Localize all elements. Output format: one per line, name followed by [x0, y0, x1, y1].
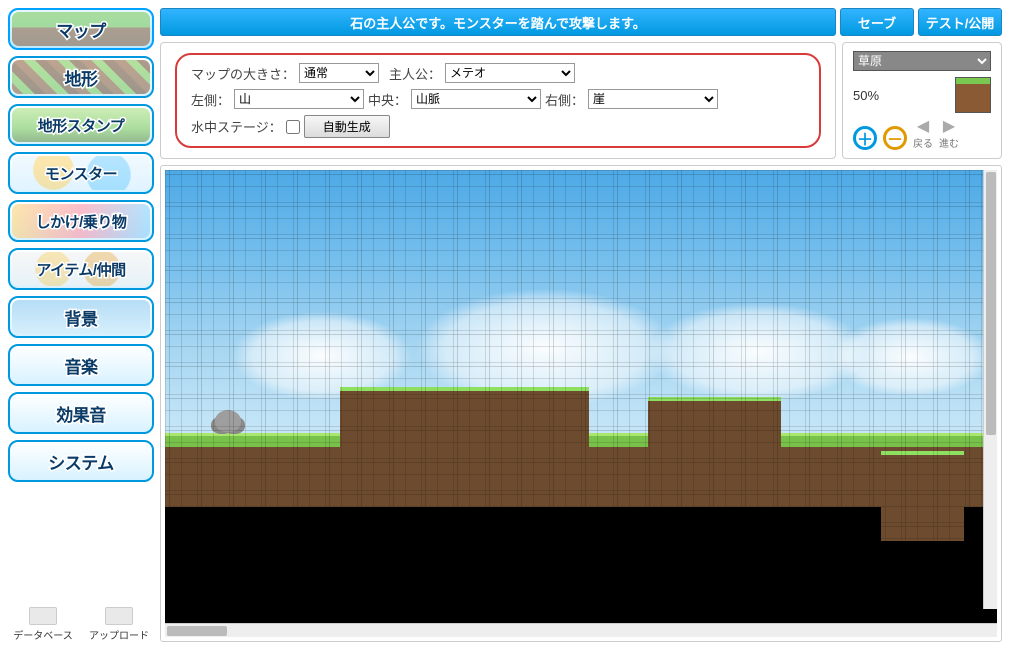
label: アップロード	[89, 627, 149, 642]
test-publish-button[interactable]: テスト/公開	[918, 8, 1002, 36]
sidebar-item-terrain[interactable]: 地形	[8, 56, 154, 98]
config-line-2: 左側： 山 中央： 山脈 右側： 崖	[191, 89, 805, 109]
arrow-left-icon: ◀	[917, 119, 929, 135]
underwater-label: 水中ステージ：	[191, 117, 282, 136]
sidebar-item-label: マップ	[56, 17, 106, 42]
upload-button[interactable]: アップロード	[84, 607, 154, 642]
sidebar-item-label: アイテム/仲間	[36, 259, 125, 280]
zoom-text: 50%	[853, 88, 879, 103]
cloud	[831, 317, 991, 397]
scroll-thumb[interactable]	[167, 626, 227, 636]
map-canvas[interactable]	[165, 170, 997, 623]
undo-button[interactable]: ◀ 戻る	[913, 119, 933, 150]
right-select[interactable]: 崖	[588, 89, 718, 109]
sidebar-item-system[interactable]: システム	[8, 440, 154, 482]
label: データベース	[13, 627, 73, 642]
left-label: 左側：	[191, 90, 230, 109]
tools-icons: ＋ － ◀ 戻る ▶ 進む	[853, 119, 991, 150]
config-line-1: マップの大きさ： 通常 主人公： メテオ	[191, 63, 805, 83]
canvas-wrap	[160, 165, 1002, 642]
hero-label: 主人公：	[389, 64, 441, 83]
config-highlight: マップの大きさ： 通常 主人公： メテオ 左側： 山	[175, 53, 821, 148]
tileset-select[interactable]: 草原	[853, 51, 991, 71]
sidebar-item-gimmick[interactable]: しかけ/乗り物	[8, 200, 154, 242]
label: 進む	[939, 135, 959, 150]
vertical-scrollbar[interactable]	[983, 170, 997, 609]
info-message-text: 石の主人公です。モンスターを踏んで攻撃します。	[350, 13, 646, 32]
scroll-thumb[interactable]	[986, 172, 996, 435]
arrow-right-icon: ▶	[943, 119, 955, 135]
config-panel: マップの大きさ： 通常 主人公： メテオ 左側： 山	[160, 42, 836, 159]
redo-button[interactable]: ▶ 進む	[939, 119, 959, 150]
zoom-in-icon[interactable]: ＋	[853, 126, 877, 150]
tools-mid: 50%	[853, 77, 991, 113]
save-button[interactable]: セーブ	[840, 8, 914, 36]
center-label: 中央：	[368, 90, 407, 109]
terrain-hill	[340, 387, 590, 467]
autogen-button[interactable]: 自動生成	[304, 115, 390, 138]
label: 自動生成	[323, 120, 371, 134]
sidebar-item-bg[interactable]: 背景	[8, 296, 154, 338]
sidebar-item-label: 音楽	[65, 353, 98, 378]
sidebar-item-label: 効果音	[56, 401, 106, 426]
main: 石の主人公です。モンスターを踏んで攻撃します。 セーブ テスト/公開 マップの大…	[160, 0, 1010, 650]
sidebar-item-map[interactable]: マップ	[8, 8, 154, 50]
sidebar-item-label: モンスター	[45, 163, 117, 184]
horizontal-scrollbar[interactable]	[165, 623, 997, 637]
sidebar-item-monster[interactable]: モンスター	[8, 152, 154, 194]
right-tools: 草原 50% ＋ － ◀ 戻る ▶ 進む	[842, 42, 1002, 159]
sidebar-item-item[interactable]: アイテム/仲間	[8, 248, 154, 290]
label: セーブ	[858, 13, 896, 32]
sidebar-bottom: データベース アップロード	[8, 603, 154, 650]
sidebar: マップ 地形 地形スタンプ モンスター しかけ/乗り物 アイテム/仲間 背景 音…	[0, 0, 160, 650]
topbar: 石の主人公です。モンスターを踏んで攻撃します。 セーブ テスト/公開	[160, 8, 1002, 36]
left-select[interactable]: 山	[234, 89, 364, 109]
app-root: マップ 地形 地形スタンプ モンスター しかけ/乗り物 アイテム/仲間 背景 音…	[0, 0, 1010, 650]
upload-icon	[105, 607, 133, 625]
zoom-out-icon[interactable]: －	[883, 126, 907, 150]
sidebar-item-label: 背景	[65, 305, 98, 330]
map-size-select[interactable]: 通常	[299, 63, 379, 83]
label: 戻る	[913, 135, 933, 150]
hero-select[interactable]: メテオ	[445, 63, 575, 83]
sidebar-item-label: システム	[48, 449, 114, 474]
sidebar-item-sfx[interactable]: 効果音	[8, 392, 154, 434]
tile-preview	[955, 77, 991, 113]
player-sprite	[215, 410, 241, 432]
sidebar-item-music[interactable]: 音楽	[8, 344, 154, 386]
center-select[interactable]: 山脈	[411, 89, 541, 109]
sidebar-item-label: しかけ/乗り物	[36, 211, 127, 232]
sidebar-item-label: 地形	[65, 65, 98, 90]
config-line-3: 水中ステージ： 自動生成	[191, 115, 805, 138]
sidebar-item-stamp[interactable]: 地形スタンプ	[8, 104, 154, 146]
label: テスト/公開	[926, 13, 995, 32]
underwater-checkbox[interactable]	[286, 120, 300, 134]
sidebar-item-label: 地形スタンプ	[38, 115, 125, 136]
book-icon	[29, 607, 57, 625]
terrain-hill	[648, 397, 781, 467]
config-row: マップの大きさ： 通常 主人公： メテオ 左側： 山	[160, 42, 1002, 159]
map-size-label: マップの大きさ：	[191, 64, 295, 83]
info-message: 石の主人公です。モンスターを踏んで攻撃します。	[160, 8, 836, 36]
database-button[interactable]: データベース	[8, 607, 78, 642]
terrain-cliff	[881, 451, 964, 541]
right-label: 右側：	[545, 90, 584, 109]
